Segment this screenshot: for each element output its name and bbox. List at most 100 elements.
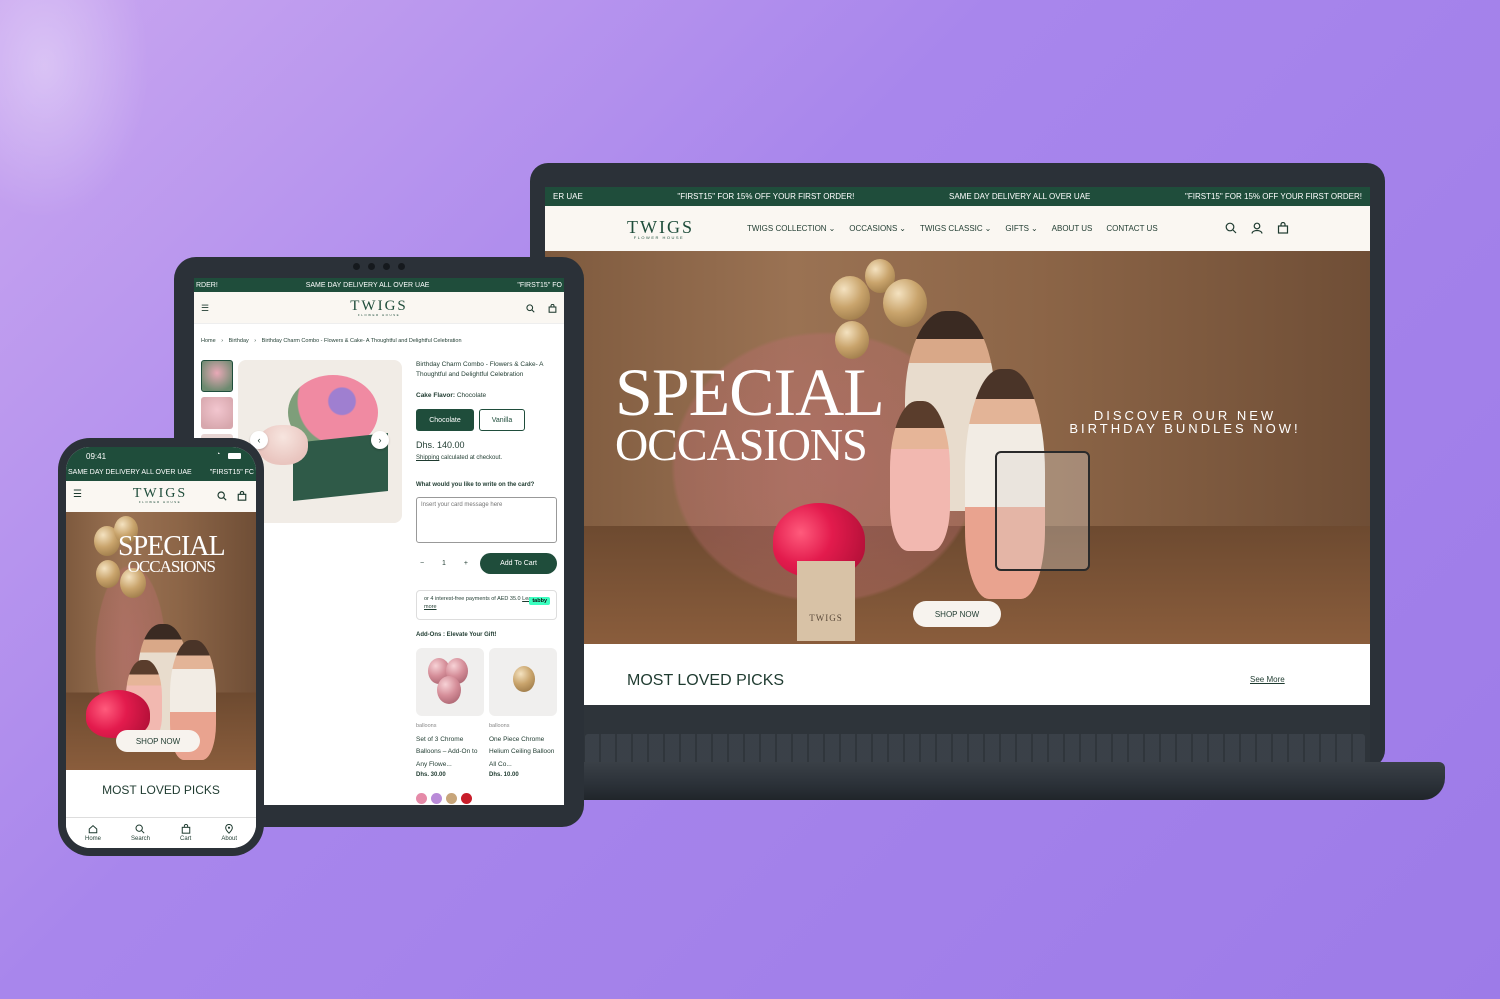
announcement-bar: ER UAE "FIRST15" FOR 15% OFF YOUR FIRST … (545, 187, 1370, 206)
search-icon[interactable] (1225, 222, 1237, 234)
flavor-option-chocolate[interactable]: Chocolate (416, 409, 474, 431)
status-bar: 09:41 ◔ (66, 447, 256, 464)
home-icon (88, 824, 98, 834)
quantity-stepper: − 1 + (416, 554, 472, 572)
chevron-right-icon: › (378, 435, 382, 445)
shop-now-button[interactable]: SHOP NOW (913, 601, 1001, 627)
card-message-input[interactable] (416, 497, 557, 543)
card-message-label: What would you like to write on the card… (416, 482, 535, 488)
breadcrumb-current: Birthday Charm Combo - Flowers & Cake- A… (261, 338, 462, 344)
tab-home[interactable]: Home (85, 824, 101, 842)
addon-category: balloons (489, 723, 510, 729)
background-decoration (0, 0, 150, 220)
flavor-value: Chocolate (456, 392, 487, 399)
main-nav: TWIGS COLLECTION ⌄ OCCASIONS ⌄ TWIGS CLASS… (747, 224, 1158, 233)
status-time: 09:41 (86, 452, 107, 461)
see-more-link[interactable]: See More (1250, 675, 1285, 684)
site-logo[interactable]: TWIGS FLOWER HOUSE (349, 299, 409, 317)
chevron-down-icon: ⌄ (828, 224, 836, 233)
tab-search[interactable]: Search (131, 824, 150, 842)
section-title: MOST LOVED PICKS (102, 783, 220, 797)
tabby-badge: tabby (529, 597, 550, 606)
hero-banner: SPECIAL OCCASIONS SHOP NOW (66, 512, 256, 770)
chevron-left-icon: ‹ (257, 435, 261, 445)
laptop-base (470, 762, 1445, 800)
announcement-text: "FIRST15" FOR 15% OFF YOUR FIRST ORDER! (677, 192, 855, 201)
announcement-bar: SAME DAY DELIVERY ALL OVER UAE "FIRST15"… (66, 464, 256, 481)
quantity-increase-button[interactable]: + (464, 560, 468, 567)
hero-banner: TWIGS SPECIAL OCCASIONS DISCOVER OUR NEW… (545, 251, 1370, 644)
hero-title: SPECIAL OCCASIONS (118, 531, 226, 577)
flavor-label-row: Cake Flavor: Chocolate (416, 392, 486, 399)
addon-category: balloons (416, 723, 437, 729)
addon-image (489, 648, 557, 716)
bag-icon[interactable] (1277, 222, 1289, 234)
phone-screen: 09:41 ◔ SAME DAY DELIVERY ALL OVER UAE "… (66, 447, 256, 848)
chevron-right-icon: › (221, 338, 224, 344)
color-swatch[interactable] (431, 793, 442, 804)
product-price: Dhs. 140.00 (416, 440, 465, 450)
nav-occasions[interactable]: OCCASIONS ⌄ (849, 224, 906, 233)
addon-name: One Piece Chrome Helium Ceiling Balloon … (489, 736, 555, 768)
color-swatch[interactable] (446, 793, 457, 804)
product-thumbnail[interactable] (201, 397, 233, 429)
search-icon (135, 824, 146, 834)
header-icons (1225, 222, 1289, 234)
addon-price: Dhs. 30.00 (416, 772, 446, 779)
tab-about[interactable]: About (221, 824, 237, 842)
bottom-tab-bar: Home Search Cart About (66, 817, 256, 848)
location-pin-icon (225, 824, 233, 834)
site-logo[interactable]: TWIGS FLOWER HOUSE (131, 487, 189, 504)
chevron-right-icon: › (254, 338, 257, 344)
tablet-camera (342, 263, 416, 271)
color-swatch[interactable] (461, 793, 472, 804)
search-icon[interactable] (217, 491, 227, 501)
announcement-text: SAME DAY DELIVERY ALL OVER UAE (305, 281, 430, 289)
nav-contact-us[interactable]: CONTACT US (1106, 224, 1157, 233)
shipping-note: Shipping calculated at checkout. (416, 455, 503, 461)
shipping-link[interactable]: Shipping (416, 455, 439, 461)
color-swatches (416, 793, 472, 804)
carousel-next-button[interactable]: › (371, 431, 389, 449)
chevron-down-icon: ⌄ (1030, 224, 1038, 233)
product-thumbnail[interactable] (201, 360, 233, 392)
search-icon[interactable] (526, 304, 535, 313)
color-swatch[interactable] (416, 793, 427, 804)
addon-image (416, 648, 484, 716)
addon-card[interactable]: balloons Set of 3 Chrome Balloons – Add-… (416, 648, 484, 778)
addon-name: Set of 3 Chrome Balloons – Add-On to Any… (416, 736, 478, 768)
breadcrumb-home[interactable]: Home (201, 338, 216, 344)
announcement-text: "FIRST15" FOR 15% OFF YOUR FIRST ORDER! (1185, 192, 1362, 201)
hero-tagline: DISCOVER OUR NEW BIRTHDAY BUNDLES NOW! (1069, 408, 1301, 436)
quantity-decrease-button[interactable]: − (420, 560, 424, 567)
hamburger-menu-icon[interactable]: ☰ (73, 490, 82, 500)
addons-title: Add-Ons : Elevate Your Gift! (416, 632, 497, 638)
site-logo[interactable]: TWIGS FLOWER HOUSE (627, 218, 692, 240)
bag-icon[interactable] (237, 491, 247, 501)
chevron-down-icon: ⌄ (899, 224, 906, 233)
nav-twigs-classic[interactable]: TWIGS CLASSIC ⌄ (920, 224, 991, 233)
nav-gifts[interactable]: GIFTS ⌄ (1005, 224, 1037, 233)
balloon-image (830, 276, 870, 320)
tab-cart[interactable]: Cart (180, 823, 191, 842)
add-to-cart-button[interactable]: Add To Cart (480, 553, 557, 574)
user-icon[interactable] (1251, 222, 1263, 234)
tabby-widget: or 4 interest-free payments of AED 35.0 … (416, 590, 557, 620)
most-loved-section: MOST LOVED PICKS See More (545, 644, 1370, 704)
shop-now-button[interactable]: SHOP NOW (116, 730, 200, 752)
wifi-icon: ◔ (216, 451, 221, 458)
product-title: Birthday Charm Combo - Flowers & Cake- A… (416, 361, 544, 378)
nav-twigs-collection[interactable]: TWIGS COLLECTION ⌄ (747, 224, 835, 233)
nav-about-us[interactable]: ABOUT US (1052, 224, 1093, 233)
site-header: TWIGS FLOWER HOUSE TWIGS COLLECTION ⌄ OCC… (545, 206, 1370, 251)
flavor-option-vanilla[interactable]: Vanilla (479, 409, 525, 431)
chevron-down-icon: ⌄ (984, 224, 992, 233)
addon-card[interactable]: balloons One Piece Chrome Helium Ceiling… (489, 648, 557, 778)
bag-icon[interactable] (548, 304, 557, 313)
hamburger-menu-icon[interactable]: ☰ (201, 304, 209, 313)
section-title: MOST LOVED PICKS (627, 672, 785, 689)
breadcrumb-birthday[interactable]: Birthday (229, 338, 249, 344)
announcement-text: SAME DAY DELIVERY ALL OVER UAE (68, 469, 192, 476)
bag-icon (181, 823, 190, 834)
laptop-keyboard (585, 734, 1365, 764)
